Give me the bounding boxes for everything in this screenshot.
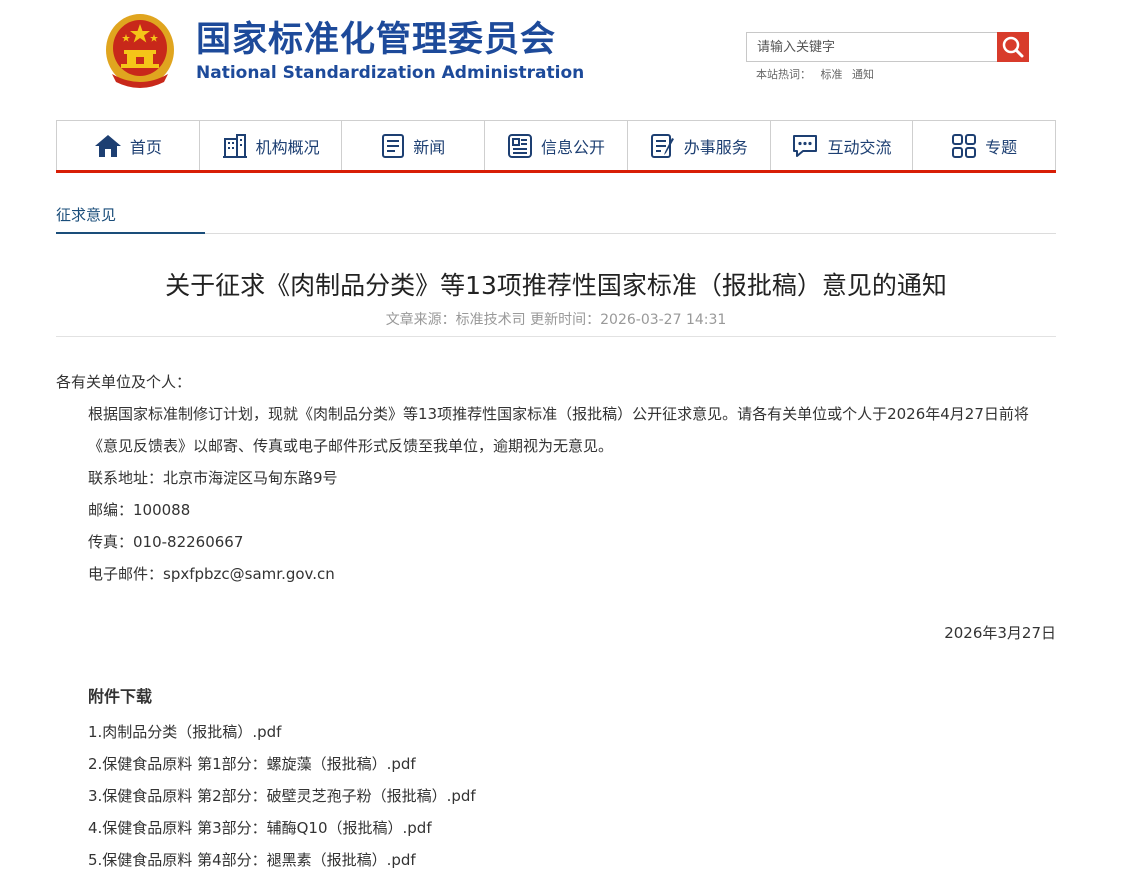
breadcrumb[interactable]: 征求意见 (56, 204, 116, 225)
nav-item-service[interactable]: 办事服务 (628, 121, 771, 170)
contact-postcode: 邮编：100088 (88, 501, 191, 519)
main-paragraph: 根据国家标准制修订计划，现就《肉制品分类》等13项推荐性国家标准（报批稿）公开征… (88, 405, 1029, 455)
attachment-link[interactable]: 3.保健食品原料 第2部分：破壁灵芝孢子粉（报批稿）.pdf (88, 780, 476, 812)
salutation: 各有关单位及个人： (56, 373, 192, 391)
nav-item-info[interactable]: 信息公开 (485, 121, 628, 170)
info-icon (508, 133, 532, 158)
news-icon (382, 133, 405, 158)
attachments-list: 1.肉制品分类（报批稿）.pdf 2.保健食品原料 第1部分：螺旋藻（报批稿）.… (88, 716, 476, 876)
attachment-link[interactable]: 5.保健食品原料 第4部分：褪黑素（报批稿）.pdf (88, 844, 476, 876)
article-title: 关于征求《肉制品分类》等13项推荐性国家标准（报批稿）意见的通知 (165, 271, 947, 300)
nav-label: 办事服务 (683, 137, 748, 157)
nav-underline (56, 170, 1056, 173)
article-body: 各有关单位及个人： 根据国家标准制修订计划，现就《肉制品分类》等13项推荐性国家… (56, 366, 1056, 590)
attachment-link[interactable]: 4.保健食品原料 第3部分：辅酶Q10（报批稿）.pdf (88, 812, 476, 844)
nav-label: 首页 (129, 137, 162, 157)
service-icon (650, 133, 674, 158)
hot-words: 本站热词： 标准 通知 (756, 66, 880, 82)
site-title-cn[interactable]: 国家标准化管理委员会 (196, 18, 556, 62)
nav-label: 专题 (985, 137, 1018, 157)
home-icon (94, 134, 121, 157)
nav-item-news[interactable]: 新闻 (342, 121, 486, 170)
nav-item-home[interactable]: 首页 (57, 121, 200, 170)
site-header: 国家标准化管理委员会 National Standardization Admi… (0, 0, 1133, 110)
signature-date: 2026年3月27日 (944, 624, 1056, 642)
building-icon (222, 133, 247, 158)
nav-label: 互动交流 (827, 137, 892, 157)
attachments-title: 附件下载 (88, 687, 153, 706)
hot-word-link[interactable]: 标准 (821, 68, 843, 81)
hot-words-label: 本站热词： (756, 68, 811, 81)
nav-item-topics[interactable]: 专题 (913, 121, 1055, 170)
search-icon (1002, 36, 1024, 58)
contact-address: 联系地址：北京市海淀区马甸东路9号 (88, 469, 338, 487)
site-title-en[interactable]: National Standardization Administration (196, 63, 584, 83)
national-emblem-icon (106, 14, 174, 88)
search-input[interactable] (746, 32, 997, 62)
article-divider (56, 336, 1056, 337)
nav-label: 信息公开 (541, 137, 606, 157)
attachment-link[interactable]: 1.肉制品分类（报批稿）.pdf (88, 716, 476, 748)
main-nav: 首页 机构概况 新闻 信息公开 办事服务 互动交流 专题 (56, 120, 1056, 170)
nav-item-about[interactable]: 机构概况 (200, 121, 343, 170)
grid-icon (952, 133, 977, 158)
nav-label: 新闻 (413, 137, 446, 157)
nav-label: 机构概况 (255, 137, 320, 157)
nav-item-interact[interactable]: 互动交流 (771, 121, 914, 170)
breadcrumb-underline (56, 232, 205, 234)
attachment-link[interactable]: 2.保健食品原料 第1部分：螺旋藻（报批稿）.pdf (88, 748, 476, 780)
chat-icon (793, 134, 818, 157)
hot-word-link[interactable]: 通知 (852, 68, 874, 81)
breadcrumb-divider (56, 233, 1056, 234)
search-button[interactable] (997, 32, 1029, 62)
contact-email: 电子邮件：spxfpbzc@samr.gov.cn (88, 565, 335, 583)
contact-fax: 传真：010-82260667 (88, 533, 244, 551)
article-meta: 文章来源：标准技术司 更新时间：2026-03-27 14:31 (385, 312, 727, 328)
